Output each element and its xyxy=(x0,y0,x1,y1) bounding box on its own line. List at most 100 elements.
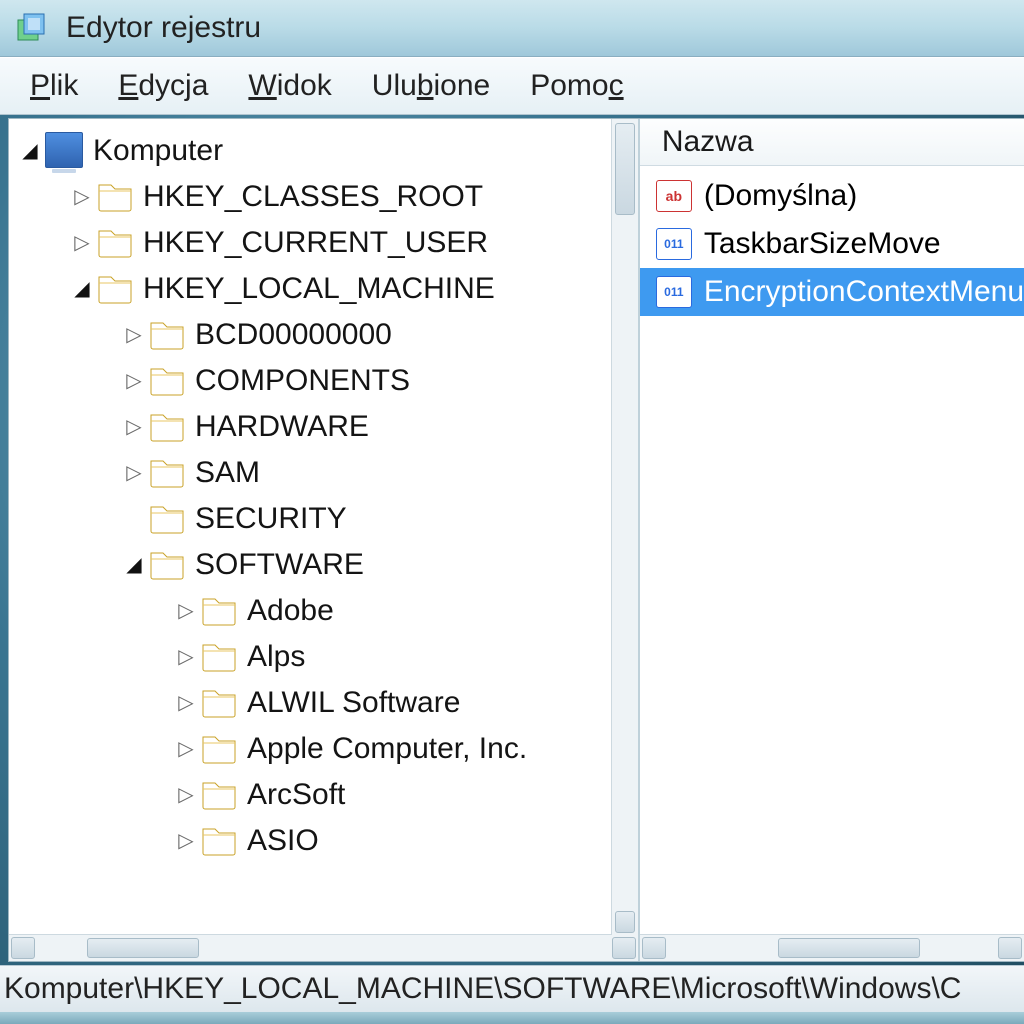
computer-icon xyxy=(45,132,83,168)
expand-icon[interactable]: ▷ xyxy=(123,368,145,393)
tree-item[interactable]: ▷HKEY_CLASSES_ROOT xyxy=(13,173,638,219)
tree-item-label: Adobe xyxy=(247,592,334,628)
menu-ulubione[interactable]: Ulubione xyxy=(366,65,496,107)
menu-pomoc[interactable]: Pomoc xyxy=(524,65,629,107)
folder-icon xyxy=(149,455,185,489)
expand-icon[interactable]: ▷ xyxy=(123,322,145,347)
scrollbar-track[interactable] xyxy=(668,938,996,958)
tree-item-label: COMPONENTS xyxy=(195,362,410,398)
tree-item[interactable]: ◢ SOFTWARE xyxy=(13,541,638,587)
tree-item[interactable]: ▷ SAM xyxy=(13,449,638,495)
expand-icon[interactable]: ▷ xyxy=(175,690,197,715)
tree-item-label: BCD00000000 xyxy=(195,316,392,352)
collapse-icon[interactable]: ◢ xyxy=(71,276,93,301)
scrollbar-left-button[interactable] xyxy=(11,937,35,959)
folder-icon xyxy=(201,777,237,811)
tree-item-label: ALWIL Software xyxy=(247,684,460,720)
folder-icon xyxy=(149,547,185,581)
collapse-icon[interactable]: ◢ xyxy=(19,138,41,163)
tree-item-label: SOFTWARE xyxy=(195,546,364,582)
tree-item-label: SECURITY xyxy=(195,500,347,536)
expand-icon[interactable]: ▷ xyxy=(175,782,197,807)
tree-vertical-scrollbar[interactable] xyxy=(611,119,638,935)
tree-item[interactable]: ▷ HARDWARE xyxy=(13,403,638,449)
tree-item[interactable]: ◢ HKEY_LOCAL_MACHINE xyxy=(13,265,638,311)
tree-item-label: ASIO xyxy=(247,822,319,858)
tree-item[interactable]: ▷ ASIO xyxy=(13,817,638,863)
folder-icon xyxy=(201,823,237,857)
tree-item-label: Komputer xyxy=(93,132,223,168)
value-name: TaskbarSizeMove xyxy=(704,227,941,261)
scrollbar-thumb[interactable] xyxy=(778,938,920,958)
expand-icon[interactable]: ▷ xyxy=(71,184,93,209)
tree-item-label: HARDWARE xyxy=(195,408,369,444)
registry-editor-window: Edytor rejestru PlikEdycjaWidokUlubioneP… xyxy=(0,0,1024,1024)
tree-item[interactable]: ▷HKEY_CURRENT_USER xyxy=(13,219,638,265)
tree-item[interactable]: ▷ Adobe xyxy=(13,587,638,633)
expand-icon[interactable]: ▷ xyxy=(175,644,197,669)
values-pane: Nazwa (Domyślna) TaskbarSizeMove Encryptio… xyxy=(640,119,1024,961)
tree-item[interactable]: SECURITY xyxy=(13,495,638,541)
registry-tree[interactable]: ◢ Komputer ▷HKEY_CLASSES_ROOT▷HKEY_CURRENT… xyxy=(9,119,638,934)
tree-item[interactable]: ▷ BCD00000000 xyxy=(13,311,638,357)
scrollbar-down-button[interactable] xyxy=(615,911,635,933)
value-row[interactable]: EncryptionContextMenu xyxy=(640,268,1024,316)
window-border-bottom xyxy=(0,1012,1024,1024)
folder-icon xyxy=(149,363,185,397)
folder-icon xyxy=(149,501,185,535)
reg-dword-icon xyxy=(656,228,692,260)
menubar: Plik Edycja Widok Ulubione Pomoc xyxy=(0,57,1024,115)
folder-icon xyxy=(149,317,185,351)
scrollbar-left-button[interactable] xyxy=(642,937,666,959)
scrollbar-thumb[interactable] xyxy=(615,123,635,215)
value-row[interactable]: TaskbarSizeMove xyxy=(640,220,1024,268)
expand-icon[interactable]: ▷ xyxy=(123,460,145,485)
reg-dword-icon xyxy=(656,276,692,308)
column-header-name[interactable]: Nazwa xyxy=(640,119,1024,166)
menu-widok[interactable]: Widok xyxy=(242,65,337,107)
statusbar-path: Komputer\HKEY_LOCAL_MACHINE\SOFTWARE\Mic… xyxy=(4,972,961,1006)
expand-icon[interactable]: ▷ xyxy=(175,736,197,761)
scrollbar-right-button[interactable] xyxy=(612,937,636,959)
folder-icon xyxy=(201,639,237,673)
tree-horizontal-scrollbar[interactable] xyxy=(9,934,638,961)
expand-icon[interactable]: ▷ xyxy=(175,828,197,853)
tree-item-label: HKEY_LOCAL_MACHINE xyxy=(143,270,495,306)
tree-item-label: Apple Computer, Inc. xyxy=(247,730,527,766)
value-name: EncryptionContextMenu xyxy=(704,275,1024,309)
tree-item[interactable]: ▷ ALWIL Software xyxy=(13,679,638,725)
folder-icon xyxy=(97,179,133,213)
tree-item-label: SAM xyxy=(195,454,260,490)
statusbar: Komputer\HKEY_LOCAL_MACHINE\SOFTWARE\Mic… xyxy=(0,965,1024,1012)
folder-icon xyxy=(97,271,133,305)
values-list[interactable]: (Domyślna) TaskbarSizeMove EncryptionConte… xyxy=(640,166,1024,934)
scrollbar-thumb[interactable] xyxy=(87,938,199,958)
reg-string-icon xyxy=(656,180,692,212)
tree-item[interactable]: ▷ COMPONENTS xyxy=(13,357,638,403)
expand-icon[interactable]: ▷ xyxy=(123,414,145,439)
window-title: Edytor rejestru xyxy=(66,11,261,45)
menu-plik[interactable]: Plik xyxy=(24,65,84,107)
tree-item-label: ArcSoft xyxy=(247,776,345,812)
values-horizontal-scrollbar[interactable] xyxy=(640,934,1024,961)
titlebar[interactable]: Edytor rejestru xyxy=(0,0,1024,57)
client-area: ◢ Komputer ▷HKEY_CLASSES_ROOT▷HKEY_CURRENT… xyxy=(8,118,1024,962)
menu-edycja[interactable]: Edycja xyxy=(112,65,214,107)
scrollbar-right-button[interactable] xyxy=(998,937,1022,959)
tree-item[interactable]: ▷ ArcSoft xyxy=(13,771,638,817)
value-row[interactable]: (Domyślna) xyxy=(640,172,1024,220)
expand-icon[interactable]: ▷ xyxy=(71,230,93,255)
tree-item[interactable]: ▷ Apple Computer, Inc. xyxy=(13,725,638,771)
column-header-label: Nazwa xyxy=(662,125,754,159)
tree-pane: ◢ Komputer ▷HKEY_CLASSES_ROOT▷HKEY_CURRENT… xyxy=(9,119,640,961)
regedit-icon xyxy=(14,10,50,46)
folder-icon xyxy=(201,685,237,719)
collapse-icon[interactable]: ◢ xyxy=(123,552,145,577)
expand-icon[interactable]: ▷ xyxy=(175,598,197,623)
scrollbar-track[interactable] xyxy=(37,938,610,958)
folder-icon xyxy=(201,593,237,627)
folder-icon xyxy=(149,409,185,443)
folder-icon xyxy=(201,731,237,765)
tree-item[interactable]: ▷Alps xyxy=(13,633,638,679)
tree-item[interactable]: ◢ Komputer xyxy=(13,127,638,173)
